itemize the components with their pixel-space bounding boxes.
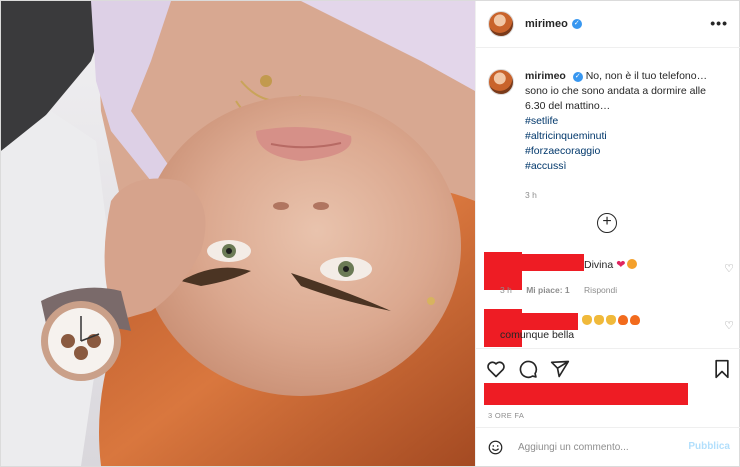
comment-meta: 3 h Mi piace: 1 Rispondi xyxy=(500,285,629,295)
comment-icon[interactable] xyxy=(518,359,538,379)
post-caption: mirimeo ✓ No, non è il tuo telefono… son… xyxy=(488,69,728,203)
reply-link[interactable]: Rispondi xyxy=(584,285,617,295)
red-heart-emoji-icon: ❤ xyxy=(616,259,626,271)
caption-body: mirimeo ✓ No, non è il tuo telefono… son… xyxy=(525,69,728,203)
caption-avatar[interactable] xyxy=(488,69,514,95)
post-actions xyxy=(476,348,740,388)
post-photo[interactable] xyxy=(1,1,475,466)
verified-badge-icon: ✓ xyxy=(571,19,582,29)
heart-outline-icon[interactable] xyxy=(486,359,506,379)
author-avatar[interactable] xyxy=(488,11,514,37)
comment-like-heart-icon[interactable]: ♡ xyxy=(724,262,734,275)
redacted-likes-count xyxy=(484,383,688,405)
redacted-username xyxy=(500,313,578,330)
post-header: mirimeo ✓ ••• xyxy=(476,1,740,48)
selfie-image xyxy=(1,1,475,466)
more-options-icon[interactable]: ••• xyxy=(710,15,728,31)
comment-text: Divina ❤ xyxy=(584,258,638,271)
caption-time: 3 h xyxy=(525,190,537,200)
comment-like-heart-icon[interactable]: ♡ xyxy=(724,319,734,332)
instagram-post: mirimeo ✓ ••• mirimeo ✓ No, non è il tuo… xyxy=(0,0,740,467)
hashtag-link[interactable]: #forzaecoraggio xyxy=(525,144,728,159)
post-side-panel: mirimeo ✓ ••• mirimeo ✓ No, non è il tuo… xyxy=(475,1,740,466)
comment-time: 3 h xyxy=(500,285,512,295)
clap-emoji-icon xyxy=(582,315,592,325)
caption-username[interactable]: mirimeo xyxy=(525,70,566,82)
hashtag-link[interactable]: #accussì xyxy=(525,159,728,174)
emoji-smile-icon[interactable] xyxy=(488,440,503,455)
comment-text: comunque bella xyxy=(500,329,575,341)
add-comment-bar: Pubblica xyxy=(476,427,740,466)
verified-badge-icon: ✓ xyxy=(572,72,583,82)
hashtag-link[interactable]: #altricinqueminuti xyxy=(525,129,728,144)
hashtag-link[interactable]: #setlife xyxy=(525,114,728,129)
bookmark-icon[interactable] xyxy=(712,359,732,379)
author-username[interactable]: mirimeo xyxy=(525,18,568,30)
comment-emojis xyxy=(580,315,640,327)
heart-eyes-emoji-icon xyxy=(627,259,638,269)
publish-button[interactable]: Pubblica xyxy=(688,441,730,452)
clap-emoji-icon xyxy=(594,315,604,325)
redacted-username xyxy=(500,254,584,271)
comment-likes[interactable]: Mi piace: 1 xyxy=(526,285,569,295)
fire-emoji-icon xyxy=(630,315,640,325)
clap-emoji-icon xyxy=(606,315,616,325)
add-comment-input[interactable] xyxy=(518,439,678,455)
fire-emoji-icon xyxy=(618,315,628,325)
plus-circle-icon[interactable]: + xyxy=(597,213,617,233)
share-icon[interactable] xyxy=(550,359,570,379)
post-age: 3 ORE FA xyxy=(488,411,525,420)
